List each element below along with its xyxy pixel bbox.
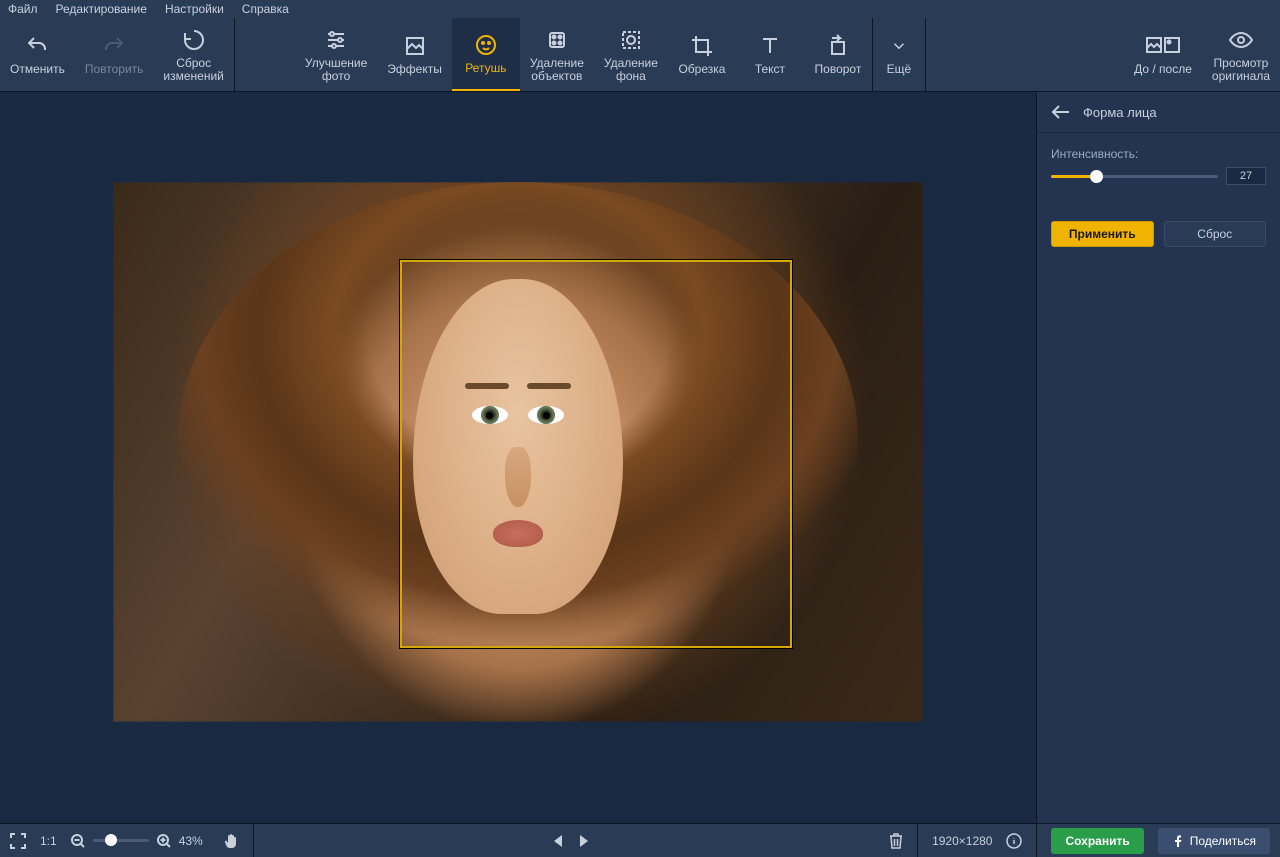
before-after-button[interactable]: До / после <box>1124 18 1202 91</box>
photo-canvas <box>113 182 923 722</box>
before-after-label: До / после <box>1134 63 1192 76</box>
apply-button[interactable]: Применить <box>1051 221 1154 247</box>
scale-11-button[interactable]: 1:1 <box>40 834 57 848</box>
canvas-area[interactable] <box>0 92 1036 823</box>
view-original-button[interactable]: Просмотр оригинала <box>1202 18 1280 91</box>
main-area: Форма лица Интенсивность: 27 Применить С… <box>0 92 1280 823</box>
rotate-label: Поворот <box>815 63 862 76</box>
retouch-label: Ретушь <box>465 62 506 75</box>
panel-reset-button[interactable]: Сброс <box>1164 221 1267 247</box>
zoom-in-button[interactable] <box>157 834 171 848</box>
facebook-icon <box>1172 835 1184 847</box>
intensity-slider[interactable] <box>1051 175 1218 178</box>
text-label: Текст <box>755 63 785 76</box>
menu-help[interactable]: Справка <box>242 2 289 16</box>
dimensions-label: 1920×1280 <box>932 834 992 848</box>
zoom-slider[interactable] <box>93 839 149 842</box>
text-icon <box>758 33 782 59</box>
next-image-button[interactable] <box>578 834 590 848</box>
crop-button[interactable]: Обрезка <box>668 18 736 91</box>
toolbar: Отменить Повторить Сброс изменений Улучш… <box>0 18 1280 92</box>
intensity-label: Интенсивность: <box>1051 147 1266 161</box>
remove-objects-button[interactable]: Удаление объектов <box>520 18 594 91</box>
more-button[interactable]: Ещё <box>873 18 925 91</box>
undo-label: Отменить <box>10 63 65 76</box>
intensity-value: 27 <box>1226 167 1266 185</box>
menubar: Файл Редактирование Настройки Справка <box>0 0 1280 18</box>
reset-icon <box>182 27 206 53</box>
enhance-button[interactable]: Улучшение фото <box>295 18 377 91</box>
remove-obj-icon <box>545 27 569 53</box>
view-original-label: Просмотр оригинала <box>1212 57 1270 83</box>
rotate-button[interactable]: Поворот <box>804 18 872 91</box>
zoom-value: 43% <box>179 834 203 848</box>
share-button[interactable]: Поделиться <box>1158 828 1270 854</box>
effects-label: Эффекты <box>387 63 442 76</box>
remove-bg-label: Удаление фона <box>604 57 658 83</box>
menu-file[interactable]: Файл <box>8 2 38 16</box>
more-label: Ещё <box>887 63 912 76</box>
redo-icon <box>102 33 126 59</box>
side-panel: Форма лица Интенсивность: 27 Применить С… <box>1036 92 1280 823</box>
redo-button[interactable]: Повторить <box>75 18 154 91</box>
statusbar: 1:1 43% 1920×1280 Сохранить Поделиться <box>0 823 1280 857</box>
face-selection-box[interactable] <box>400 260 792 648</box>
effects-button[interactable]: Эффекты <box>377 18 452 91</box>
retouch-button[interactable]: Ретушь <box>452 18 520 91</box>
text-button[interactable]: Текст <box>736 18 804 91</box>
chevron-down-icon <box>890 33 908 59</box>
face-icon <box>474 32 498 58</box>
crop-label: Обрезка <box>678 63 725 76</box>
share-label: Поделиться <box>1190 834 1256 848</box>
remove-bg-button[interactable]: Удаление фона <box>594 18 668 91</box>
reset-label: Сброс изменений <box>163 57 223 83</box>
panel-title: Форма лица <box>1083 105 1157 120</box>
redo-label: Повторить <box>85 63 144 76</box>
fullscreen-button[interactable] <box>10 833 26 849</box>
eye-icon <box>1229 27 1253 53</box>
rotate-icon <box>826 33 850 59</box>
back-button[interactable] <box>1051 104 1071 120</box>
enhance-label: Улучшение фото <box>305 57 367 83</box>
compare-icon <box>1146 33 1180 59</box>
reset-changes-button[interactable]: Сброс изменений <box>153 18 233 91</box>
remove-bg-icon <box>619 27 643 53</box>
sliders-icon <box>324 27 348 53</box>
undo-icon <box>25 33 49 59</box>
save-button[interactable]: Сохранить <box>1051 828 1143 854</box>
hand-tool-button[interactable] <box>223 833 239 849</box>
remove-obj-label: Удаление объектов <box>530 57 584 83</box>
menu-edit[interactable]: Редактирование <box>56 2 147 16</box>
crop-icon <box>690 33 714 59</box>
info-button[interactable] <box>1006 833 1022 849</box>
zoom-out-button[interactable] <box>71 834 85 848</box>
delete-button[interactable] <box>889 833 903 849</box>
menu-settings[interactable]: Настройки <box>165 2 224 16</box>
undo-button[interactable]: Отменить <box>0 18 75 91</box>
prev-image-button[interactable] <box>552 834 564 848</box>
effects-icon <box>403 33 427 59</box>
